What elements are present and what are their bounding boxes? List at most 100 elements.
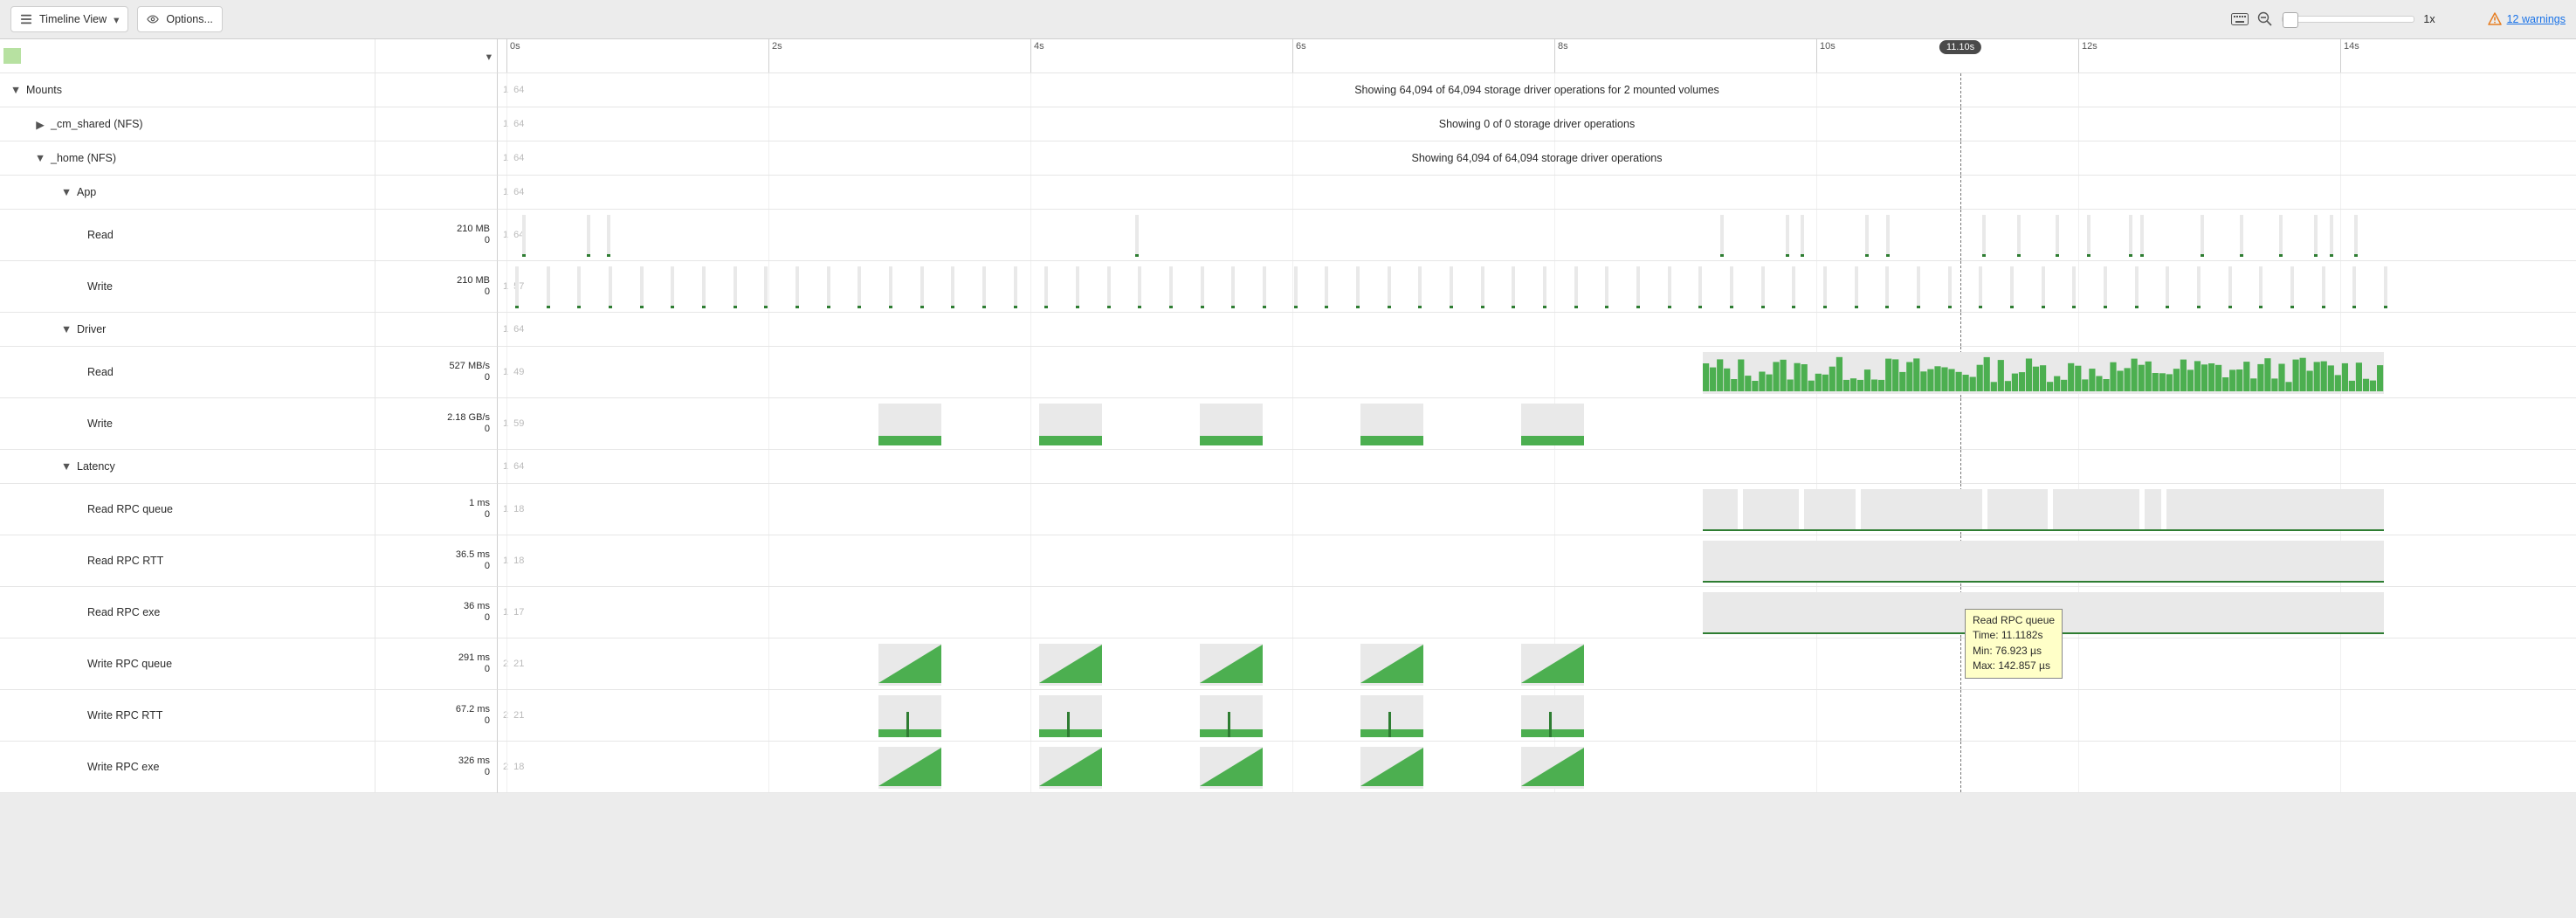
time-cursor-line [1960,210,1961,260]
track-lane[interactable]: 159 [498,398,2576,450]
time-cursor-line [1960,742,1961,792]
chevron-down-icon[interactable]: ▼ [61,186,72,198]
options-button[interactable]: Options... [137,6,223,32]
chevron-down-icon: ▾ [114,13,119,26]
track-label[interactable]: Read RPC exe [0,587,375,638]
scale-min: 0 [485,424,490,435]
ruler-tick-label: 6s [1296,41,1306,52]
scale-min: 0 [485,664,490,675]
track-scale [375,450,498,484]
track-lane[interactable]: 221 [498,638,2576,690]
track-lane[interactable]: 164 [498,176,2576,210]
summary-text: Showing 64,094 of 64,094 storage driver … [498,152,2576,164]
track-scale: 210 MB0 [375,261,498,313]
time-cursor-line [1960,398,1961,449]
track-lane[interactable]: 164Showing 64,094 of 64,094 storage driv… [498,141,2576,176]
track-lane[interactable]: 118 [498,535,2576,587]
track-label-text: Write RPC RTT [87,709,162,721]
ruler-tick-label: 0s [510,41,520,52]
track-label-text: Read RPC queue [87,503,173,515]
track-scale [375,141,498,176]
track-label[interactable]: Write RPC queue [0,638,375,690]
zoom-slider[interactable] [2282,16,2414,23]
warnings-link[interactable]: 12 warnings [2488,12,2566,26]
view-selector[interactable]: Timeline View ▾ [10,6,128,32]
track-label[interactable]: ▼Driver [0,313,375,347]
toolbar: Timeline View ▾ Options... 1x 12 warning… [0,0,2576,39]
scale-max: 1 ms [469,498,490,509]
time-cursor-line [1960,450,1961,483]
warning-icon [2488,12,2502,26]
time-cursor-line [1960,313,1961,346]
view-selector-label: Timeline View [39,13,107,25]
scale-min: 0 [485,767,490,778]
chevron-down-icon[interactable]: ▾ [486,50,492,63]
track-lane[interactable]: 221 [498,690,2576,742]
track-scale [375,313,498,347]
track-lane[interactable]: 164Showing 64,094 of 64,094 storage driv… [498,73,2576,107]
track-label[interactable]: Read RPC queue [0,484,375,535]
track-scale [375,73,498,107]
hover-tooltip: Read RPC queue Time: 11.1182s Min: 76.92… [1965,609,2063,679]
track-label-text: Write [87,418,113,430]
ruler-tick-label: 10s [1820,41,1836,52]
keyboard-icon[interactable] [2231,12,2249,26]
track-label-text: Write RPC queue [87,658,172,670]
track-label[interactable]: ▶ _cm_shared (NFS) [0,107,375,141]
track-scale: 210 MB0 [375,210,498,261]
track-label[interactable]: ▼ Latency [0,450,375,484]
zoom-out-icon[interactable] [2257,11,2273,27]
track-label[interactable]: ▼Mounts [0,73,375,107]
track-label[interactable]: Write [0,398,375,450]
scale-max: 210 MB [457,275,490,286]
track-header-left [0,39,375,73]
track-lane[interactable]: 164 [498,313,2576,347]
ruler-tick-label: 12s [2082,41,2097,52]
track-lane[interactable]: 164 [498,450,2576,484]
timeline-grid: ▾ 0s2s4s6s8s10s12s14s11.10s ▼Mounts164Sh… [0,39,2576,793]
track-lane[interactable]: 164Showing 0 of 0 storage driver operati… [498,107,2576,141]
track-lane[interactable]: 117 [498,587,2576,638]
scale-min: 0 [485,235,490,246]
track-label[interactable]: ▼App [0,176,375,210]
ruler-tick-label: 14s [2344,41,2359,52]
track-label[interactable]: Read RPC RTT [0,535,375,587]
chevron-right-icon[interactable]: ▶ [35,118,45,131]
chevron-down-icon[interactable]: ▼ [61,323,72,335]
track-label[interactable]: Write RPC exe [0,742,375,793]
chevron-down-icon[interactable]: ▼ [35,152,45,164]
scale-max: 210 MB [457,224,490,235]
scale-min: 0 [485,715,490,727]
track-scale: 527 MB/s0 [375,347,498,398]
track-label[interactable]: ▼_home (NFS) [0,141,375,176]
track-label-text: Read [87,366,114,378]
eye-icon [147,13,159,25]
overview-strip[interactable] [3,48,21,64]
track-label[interactable]: Read [0,210,375,261]
scale-max: 326 ms [458,756,490,767]
list-icon [20,13,32,25]
track-lane[interactable]: 218 [498,742,2576,793]
tooltip-max: Max: 142.857 µs [1973,659,2055,673]
track-scale: 2.18 GB/s0 [375,398,498,450]
chevron-down-icon[interactable]: ▼ [10,84,21,96]
scale-max: 67.2 ms [456,704,490,715]
zoom-slider-knob[interactable] [2283,12,2298,28]
track-label-text: Latency [77,460,115,473]
scale-min: 0 [485,509,490,521]
time-cursor-line [1960,176,1961,209]
time-ruler[interactable]: 0s2s4s6s8s10s12s14s11.10s [498,39,2576,73]
track-lane[interactable]: 164 [498,210,2576,261]
track-scale: 36 ms0 [375,587,498,638]
track-lane[interactable]: 157 [498,261,2576,313]
track-label[interactable]: Write RPC RTT [0,690,375,742]
track-lane[interactable]: 149 [498,347,2576,398]
track-lane[interactable]: 118 [498,484,2576,535]
track-label[interactable]: Read [0,347,375,398]
scale-min: 0 [485,372,490,383]
track-label[interactable]: Write [0,261,375,313]
scale-min: 0 [485,561,490,572]
scale-min: 0 [485,612,490,624]
track-label-text: _cm_shared (NFS) [51,118,143,130]
chevron-down-icon[interactable]: ▼ [61,460,72,473]
